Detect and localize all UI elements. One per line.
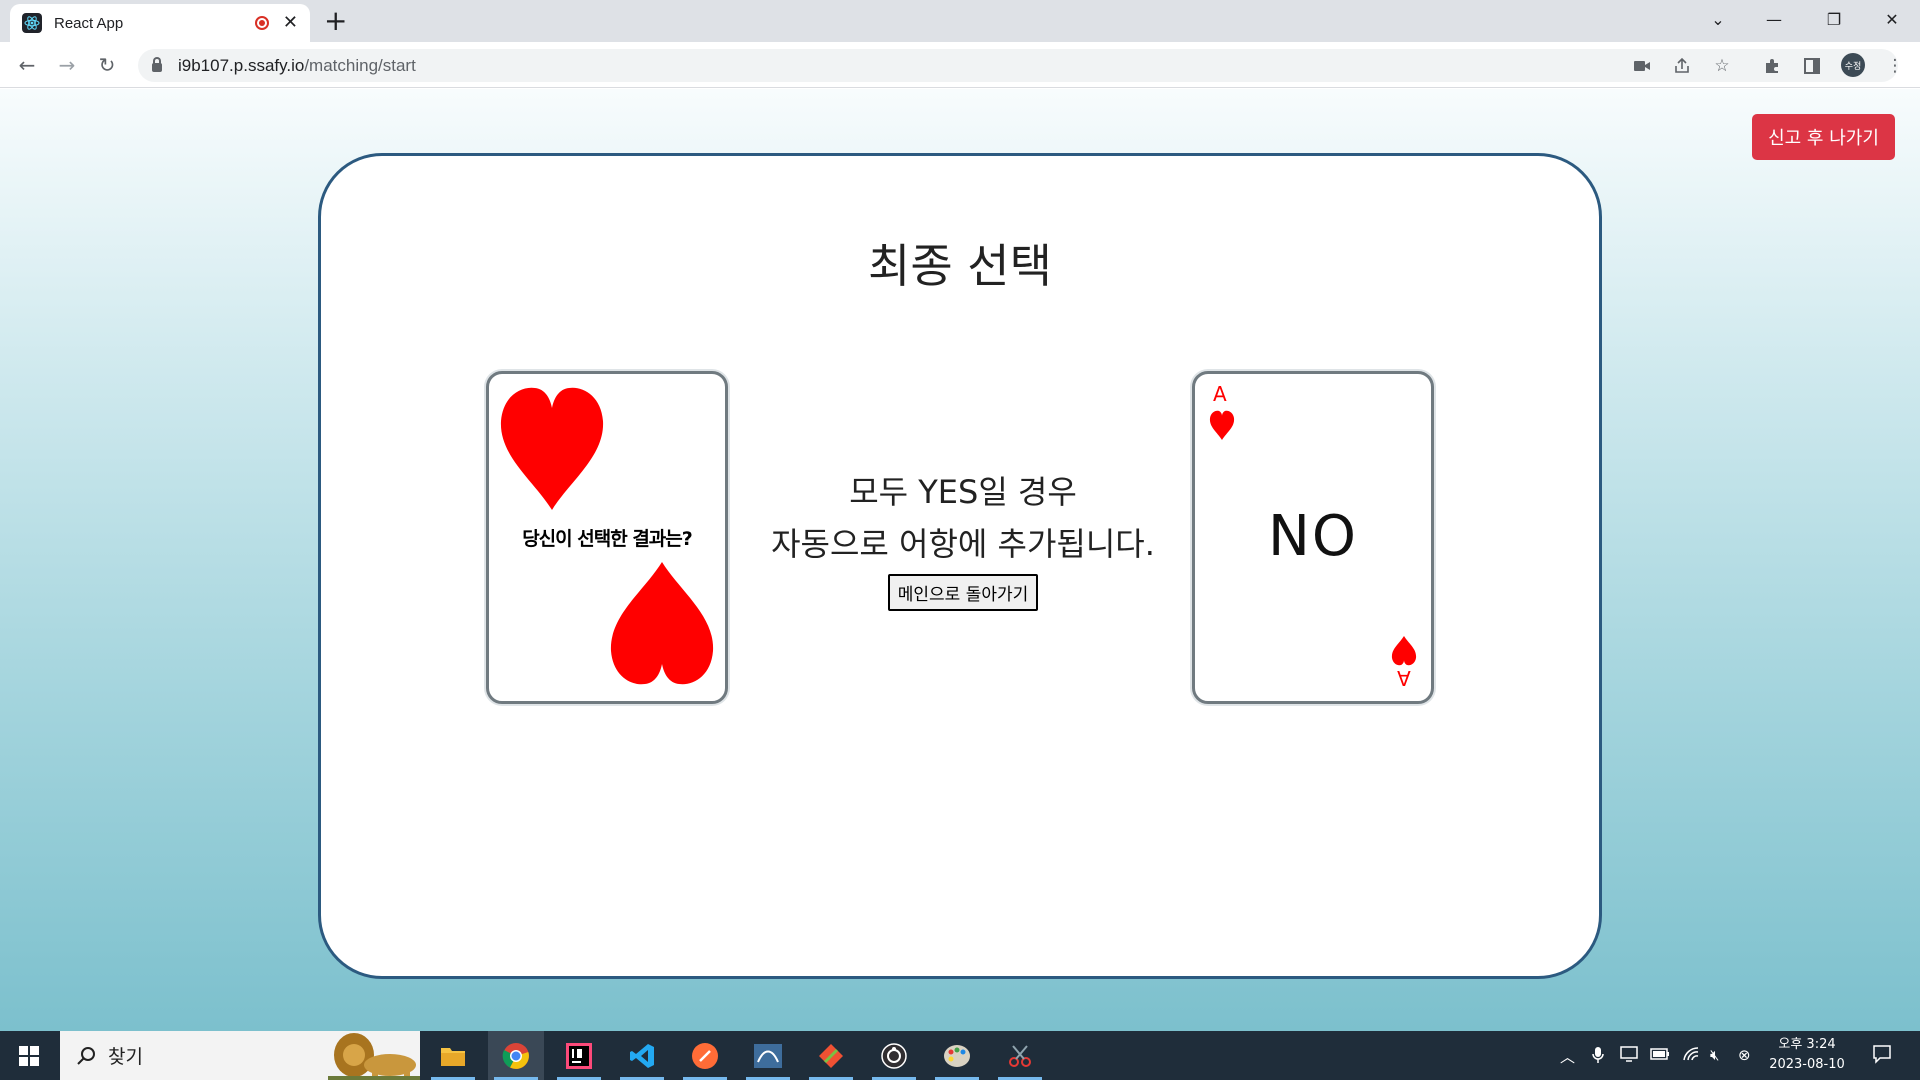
display-icon[interactable]: [1620, 1046, 1638, 1066]
side-panel-icon[interactable]: [1802, 56, 1822, 76]
clock-date: 2023-08-10: [1769, 1057, 1845, 1072]
tab-search-icon[interactable]: ⌄: [1690, 0, 1746, 38]
minimize-button[interactable]: —: [1746, 0, 1802, 38]
message-line-1: 모두 YES일 경우: [849, 473, 1077, 511]
report-exit-button[interactable]: 신고 후 나가기: [1752, 114, 1895, 160]
vscode-app[interactable]: [614, 1031, 670, 1080]
card-rank-top: A: [1213, 382, 1227, 406]
card-no-text: NO: [1268, 504, 1358, 569]
close-tab-icon[interactable]: ✕: [283, 14, 298, 32]
heart-inverted-icon: [610, 562, 714, 685]
tray-chevron-icon[interactable]: ︿: [1560, 1046, 1575, 1067]
result-card-hearts: 당신이 선택한 결과는?: [486, 371, 728, 704]
menu-kebab-icon[interactable]: ⋮: [1885, 56, 1905, 76]
card-question-text: 당신이 선택한 결과는?: [522, 528, 693, 550]
react-icon: [22, 13, 42, 33]
intellij-app[interactable]: [551, 1031, 607, 1080]
postman-app[interactable]: [677, 1031, 733, 1080]
forward-button[interactable]: →: [52, 50, 82, 80]
camera-icon[interactable]: [1632, 56, 1652, 76]
mysql-workbench-icon: [754, 1043, 782, 1068]
restore-button[interactable]: ❐: [1806, 0, 1862, 38]
obs-icon: [881, 1042, 907, 1069]
back-to-main-button[interactable]: 메인으로 돌아가기: [887, 574, 1039, 611]
back-button[interactable]: ←: [12, 50, 42, 80]
vscode-icon: [630, 1043, 654, 1068]
paint-app[interactable]: [929, 1031, 985, 1080]
extensions-icon[interactable]: [1762, 56, 1782, 76]
result-message: 모두 YES일 경우 자동으로 어항에 추가됩니다. 메인으로 돌아가기: [741, 466, 1185, 611]
search-placeholder: 찾기: [108, 1046, 143, 1068]
card-rank-bottom: A: [1397, 666, 1411, 690]
paint-palette-icon: [944, 1044, 970, 1067]
share-icon[interactable]: [1672, 56, 1692, 76]
browser-tab[interactable]: React App ✕: [10, 4, 310, 42]
heart-icon: [500, 387, 604, 510]
intellij-icon: [566, 1042, 592, 1069]
url-path: /matching/start: [304, 55, 416, 75]
chrome-icon: [502, 1042, 529, 1069]
start-button[interactable]: [0, 1031, 58, 1080]
lock-icon: [152, 57, 162, 72]
wifi-icon[interactable]: [1682, 1046, 1700, 1066]
bookmark-star-icon[interactable]: ☆: [1712, 56, 1732, 76]
postman-icon: [692, 1042, 718, 1069]
obs-app[interactable]: [866, 1031, 922, 1080]
new-tab-button[interactable]: +: [324, 6, 347, 36]
scissors-icon: [1009, 1044, 1031, 1067]
browser-toolbar: ← → ↻ i9b107.p.ssafy.io/matching/start ☆…: [0, 42, 1920, 88]
tab-strip: React App ✕ + ⌄ — ❐ ✕: [0, 0, 1920, 42]
recording-icon: [254, 16, 269, 30]
folder-icon: [441, 1047, 465, 1066]
chrome-app[interactable]: [488, 1031, 544, 1080]
taskbar-search[interactable]: 찾기: [60, 1031, 420, 1080]
status-x-icon[interactable]: ⊗: [1738, 1046, 1751, 1064]
speaker-muted-icon[interactable]: 🔇︎: [1710, 1046, 1719, 1064]
small-heart-inverted-icon: [1391, 636, 1417, 666]
system-clock[interactable]: 오후 3:24 2023-08-10: [1762, 1035, 1852, 1075]
close-window-button[interactable]: ✕: [1864, 0, 1920, 38]
windows-icon: [19, 1045, 39, 1066]
url-host: i9b107.p.ssafy.io: [178, 55, 305, 75]
snipping-tool-app[interactable]: [992, 1031, 1048, 1080]
mysql-workbench-app[interactable]: [740, 1031, 796, 1080]
reload-button[interactable]: ↻: [92, 50, 122, 80]
clock-time: 오후 3:24: [1778, 1037, 1836, 1052]
small-heart-icon: [1209, 410, 1235, 440]
battery-icon[interactable]: [1650, 1046, 1670, 1064]
windows-taskbar: 찾기 ︿ 🔇︎ ⊗ 오후 3:24 2023-08-10: [0, 1031, 1920, 1080]
page-background: 신고 후 나가기 최종 선택 당신이 선택한 결과는? 모두 YES일 경우 자…: [0, 89, 1920, 1031]
git-icon: [819, 1043, 843, 1068]
lion-illustration: [328, 1033, 420, 1080]
file-explorer-app[interactable]: [425, 1031, 481, 1080]
tab-title: React App: [54, 14, 124, 32]
page-title: 최종 선택: [868, 239, 1052, 293]
microphone-icon[interactable]: [1592, 1046, 1604, 1068]
git-app[interactable]: [803, 1031, 859, 1080]
message-line-2: 자동으로 어항에 추가됩니다.: [771, 525, 1155, 563]
profile-avatar[interactable]: 수정: [1841, 53, 1865, 77]
result-card-no: A NO A: [1192, 371, 1434, 704]
notification-icon[interactable]: [1872, 1044, 1892, 1068]
search-icon: [77, 1046, 95, 1065]
final-choice-panel: 최종 선택 당신이 선택한 결과는? 모두 YES일 경우 자동으로 어항에 추…: [318, 153, 1602, 979]
